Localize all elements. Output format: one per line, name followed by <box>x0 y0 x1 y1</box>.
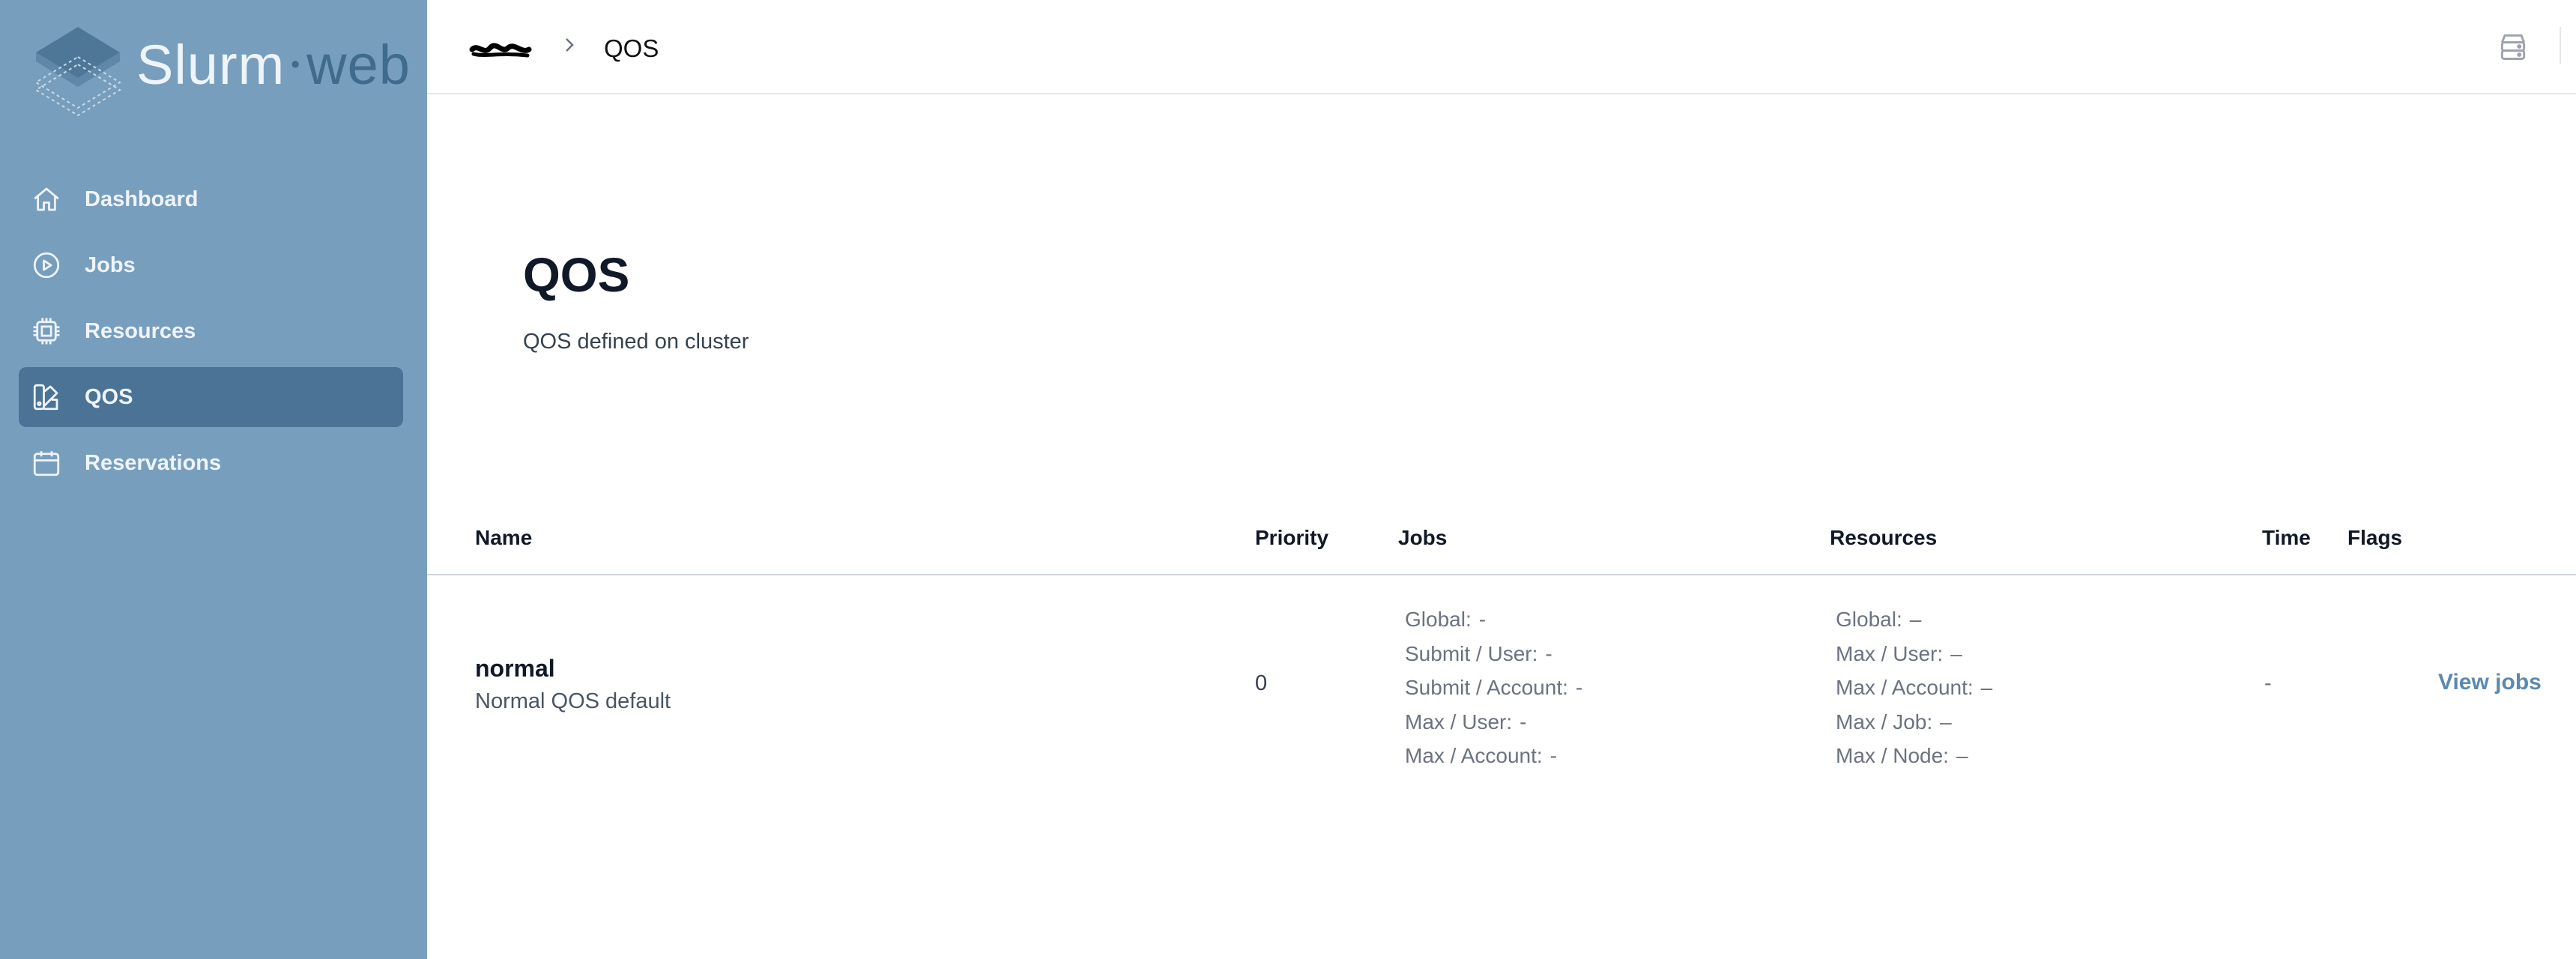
jobs-limit-global: Global: - <box>1405 608 1487 631</box>
column-header-flags: Flags <box>2347 526 2403 549</box>
resources-limit-max-node: Max / Node: – <box>1836 744 1968 767</box>
jobs-limit-max-user: Max / User: - <box>1405 710 1527 733</box>
server-stack-icon[interactable] <box>2497 30 2530 63</box>
jobs-limit-submit-account: Submit / Account: - <box>1405 676 1583 699</box>
column-header-time: Time <box>2262 526 2311 549</box>
swatch-icon <box>33 384 58 411</box>
resources-limit-max-user: Max / User: – <box>1836 641 1962 665</box>
calendar-icon <box>33 451 60 477</box>
sidebar-nav: Dashboard Jobs Resources QOS Reservation… <box>19 169 403 499</box>
sidebar-item-qos[interactable]: QOS <box>19 367 403 427</box>
app-logo[interactable]: Slurm • web <box>30 22 410 120</box>
chevron-right-icon <box>566 38 574 52</box>
resources-limits: Global: – Max / User: – Max / Account: – Ma… <box>1836 602 1992 773</box>
page-description: QOS defined on cluster <box>523 330 749 354</box>
slurm-logo-icon <box>34 27 121 116</box>
home-icon <box>34 187 59 211</box>
qos-time: - <box>2264 671 2272 695</box>
resources-limit-max-account: Max / Account: – <box>1836 676 1993 699</box>
breadcrumb-cluster-redacted[interactable] <box>469 39 532 61</box>
sidebar-item-label: Resources <box>85 319 196 343</box>
column-header-jobs: Jobs <box>1398 526 1448 549</box>
sidebar-item-label: QOS <box>85 385 133 409</box>
jobs-limits: Global: - Submit / User: - Submit / Accoun… <box>1405 602 1582 773</box>
qos-priority: 0 <box>1255 671 1268 695</box>
resources-limit-max-job: Max / Job: – <box>1836 710 1952 733</box>
sidebar-item-label: Jobs <box>85 253 136 277</box>
qos-name: normal <box>475 655 555 682</box>
app-name: Slurm • web <box>136 34 411 96</box>
play-circle-icon <box>33 252 60 279</box>
jobs-limit-max-account: Max / Account: - <box>1405 744 1557 767</box>
cpu-chip-icon <box>33 318 60 345</box>
sidebar-item-jobs[interactable]: Jobs <box>19 235 403 295</box>
sidebar-item-reservations[interactable]: Reservations <box>19 433 403 493</box>
sidebar-item-dashboard[interactable]: Dashboard <box>19 169 403 229</box>
column-header-resources: Resources <box>1830 526 1938 549</box>
page-title: QOS <box>523 248 630 302</box>
jobs-limit-submit-user: Submit / User: - <box>1405 641 1552 665</box>
view-jobs-link[interactable]: View jobs <box>2438 670 2542 695</box>
sidebar: Slurm • web Dashboard Jobs Resources QOS… <box>0 0 427 959</box>
qos-description: Normal QOS default <box>475 689 671 713</box>
top-bar: QOS <box>427 0 2576 94</box>
column-header-name: Name <box>475 526 533 549</box>
sidebar-item-resources[interactable]: Resources <box>19 301 403 361</box>
sidebar-item-label: Dashboard <box>85 187 199 211</box>
breadcrumb-current: QOS <box>604 34 659 62</box>
header-divider <box>2560 27 2561 64</box>
resources-limit-global: Global: – <box>1836 608 1922 631</box>
table-header: Name Priority Jobs Resources Time Flags <box>427 517 2576 575</box>
column-header-priority: Priority <box>1255 526 1329 549</box>
table-row: normal Normal QOS default 0 Global: - Sub… <box>427 575 2576 793</box>
sidebar-item-label: Reservations <box>85 451 222 475</box>
